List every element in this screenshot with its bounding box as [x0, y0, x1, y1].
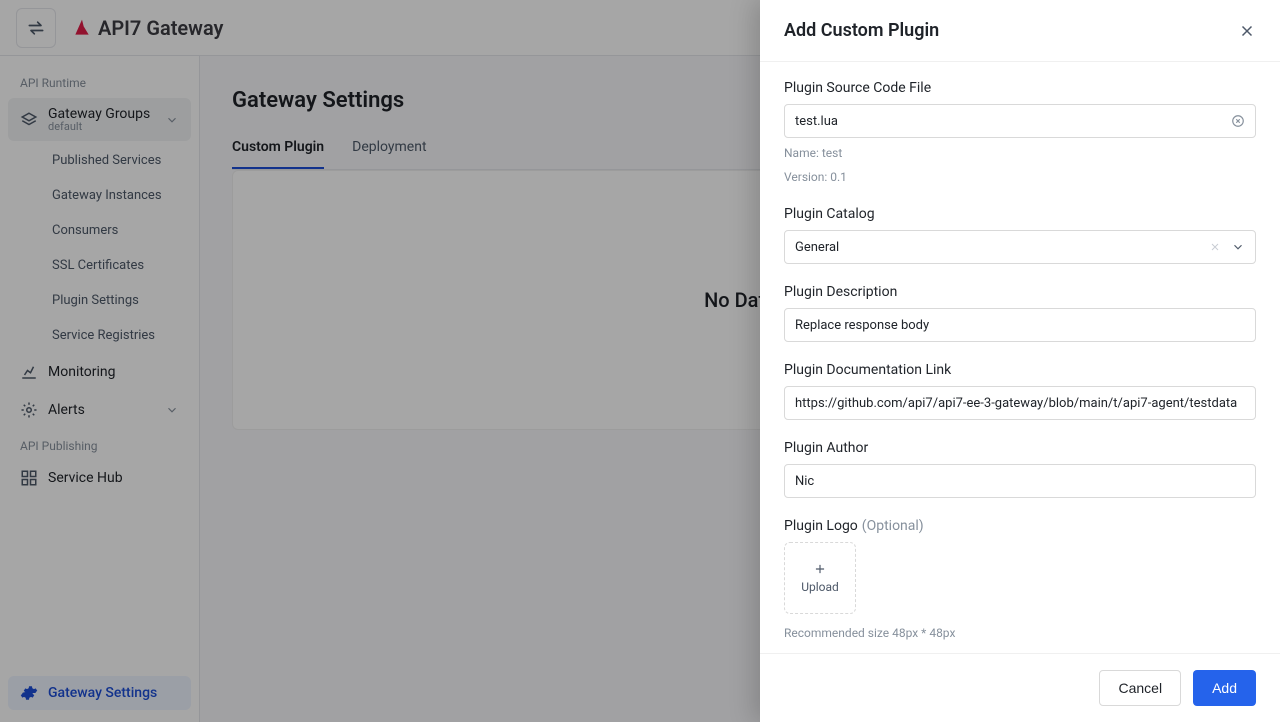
catalog-label: Plugin Catalog: [784, 206, 1256, 222]
description-input[interactable]: Replace response body: [784, 308, 1256, 342]
drawer-title: Add Custom Plugin: [784, 20, 939, 41]
add-plugin-drawer: Add Custom Plugin Plugin Source Code Fil…: [760, 0, 1280, 722]
source-meta-version: Version: 0.1: [784, 168, 1256, 186]
plus-icon: [813, 562, 827, 576]
source-meta-name: Name: test: [784, 144, 1256, 162]
author-input[interactable]: Nic: [784, 464, 1256, 498]
doc-link-input[interactable]: https://github.com/api7/api7-ee-3-gatewa…: [784, 386, 1256, 420]
logo-label: Plugin Logo (Optional): [784, 518, 1256, 534]
add-button[interactable]: Add: [1193, 670, 1256, 706]
logo-upload-button[interactable]: Upload: [784, 542, 856, 614]
chevron-down-icon: [1231, 240, 1245, 254]
clear-file-icon[interactable]: [1231, 114, 1245, 128]
source-file-input[interactable]: test.lua: [784, 104, 1256, 138]
description-value: Replace response body: [795, 318, 929, 333]
catalog-value: General: [795, 240, 1221, 255]
clear-select-icon[interactable]: [1209, 241, 1221, 253]
close-icon[interactable]: [1238, 22, 1256, 40]
author-label: Plugin Author: [784, 440, 1256, 456]
upload-label: Upload: [801, 580, 839, 594]
description-label: Plugin Description: [784, 284, 1256, 300]
catalog-select[interactable]: General: [784, 230, 1256, 264]
doc-link-label: Plugin Documentation Link: [784, 362, 1256, 378]
cancel-button[interactable]: Cancel: [1099, 670, 1181, 706]
author-value: Nic: [795, 474, 814, 489]
doc-link-value: https://github.com/api7/api7-ee-3-gatewa…: [795, 396, 1237, 411]
source-file-label: Plugin Source Code File: [784, 80, 1256, 96]
source-file-value: test.lua: [795, 114, 838, 129]
logo-note: Recommended size 48px * 48px: [784, 624, 1256, 642]
